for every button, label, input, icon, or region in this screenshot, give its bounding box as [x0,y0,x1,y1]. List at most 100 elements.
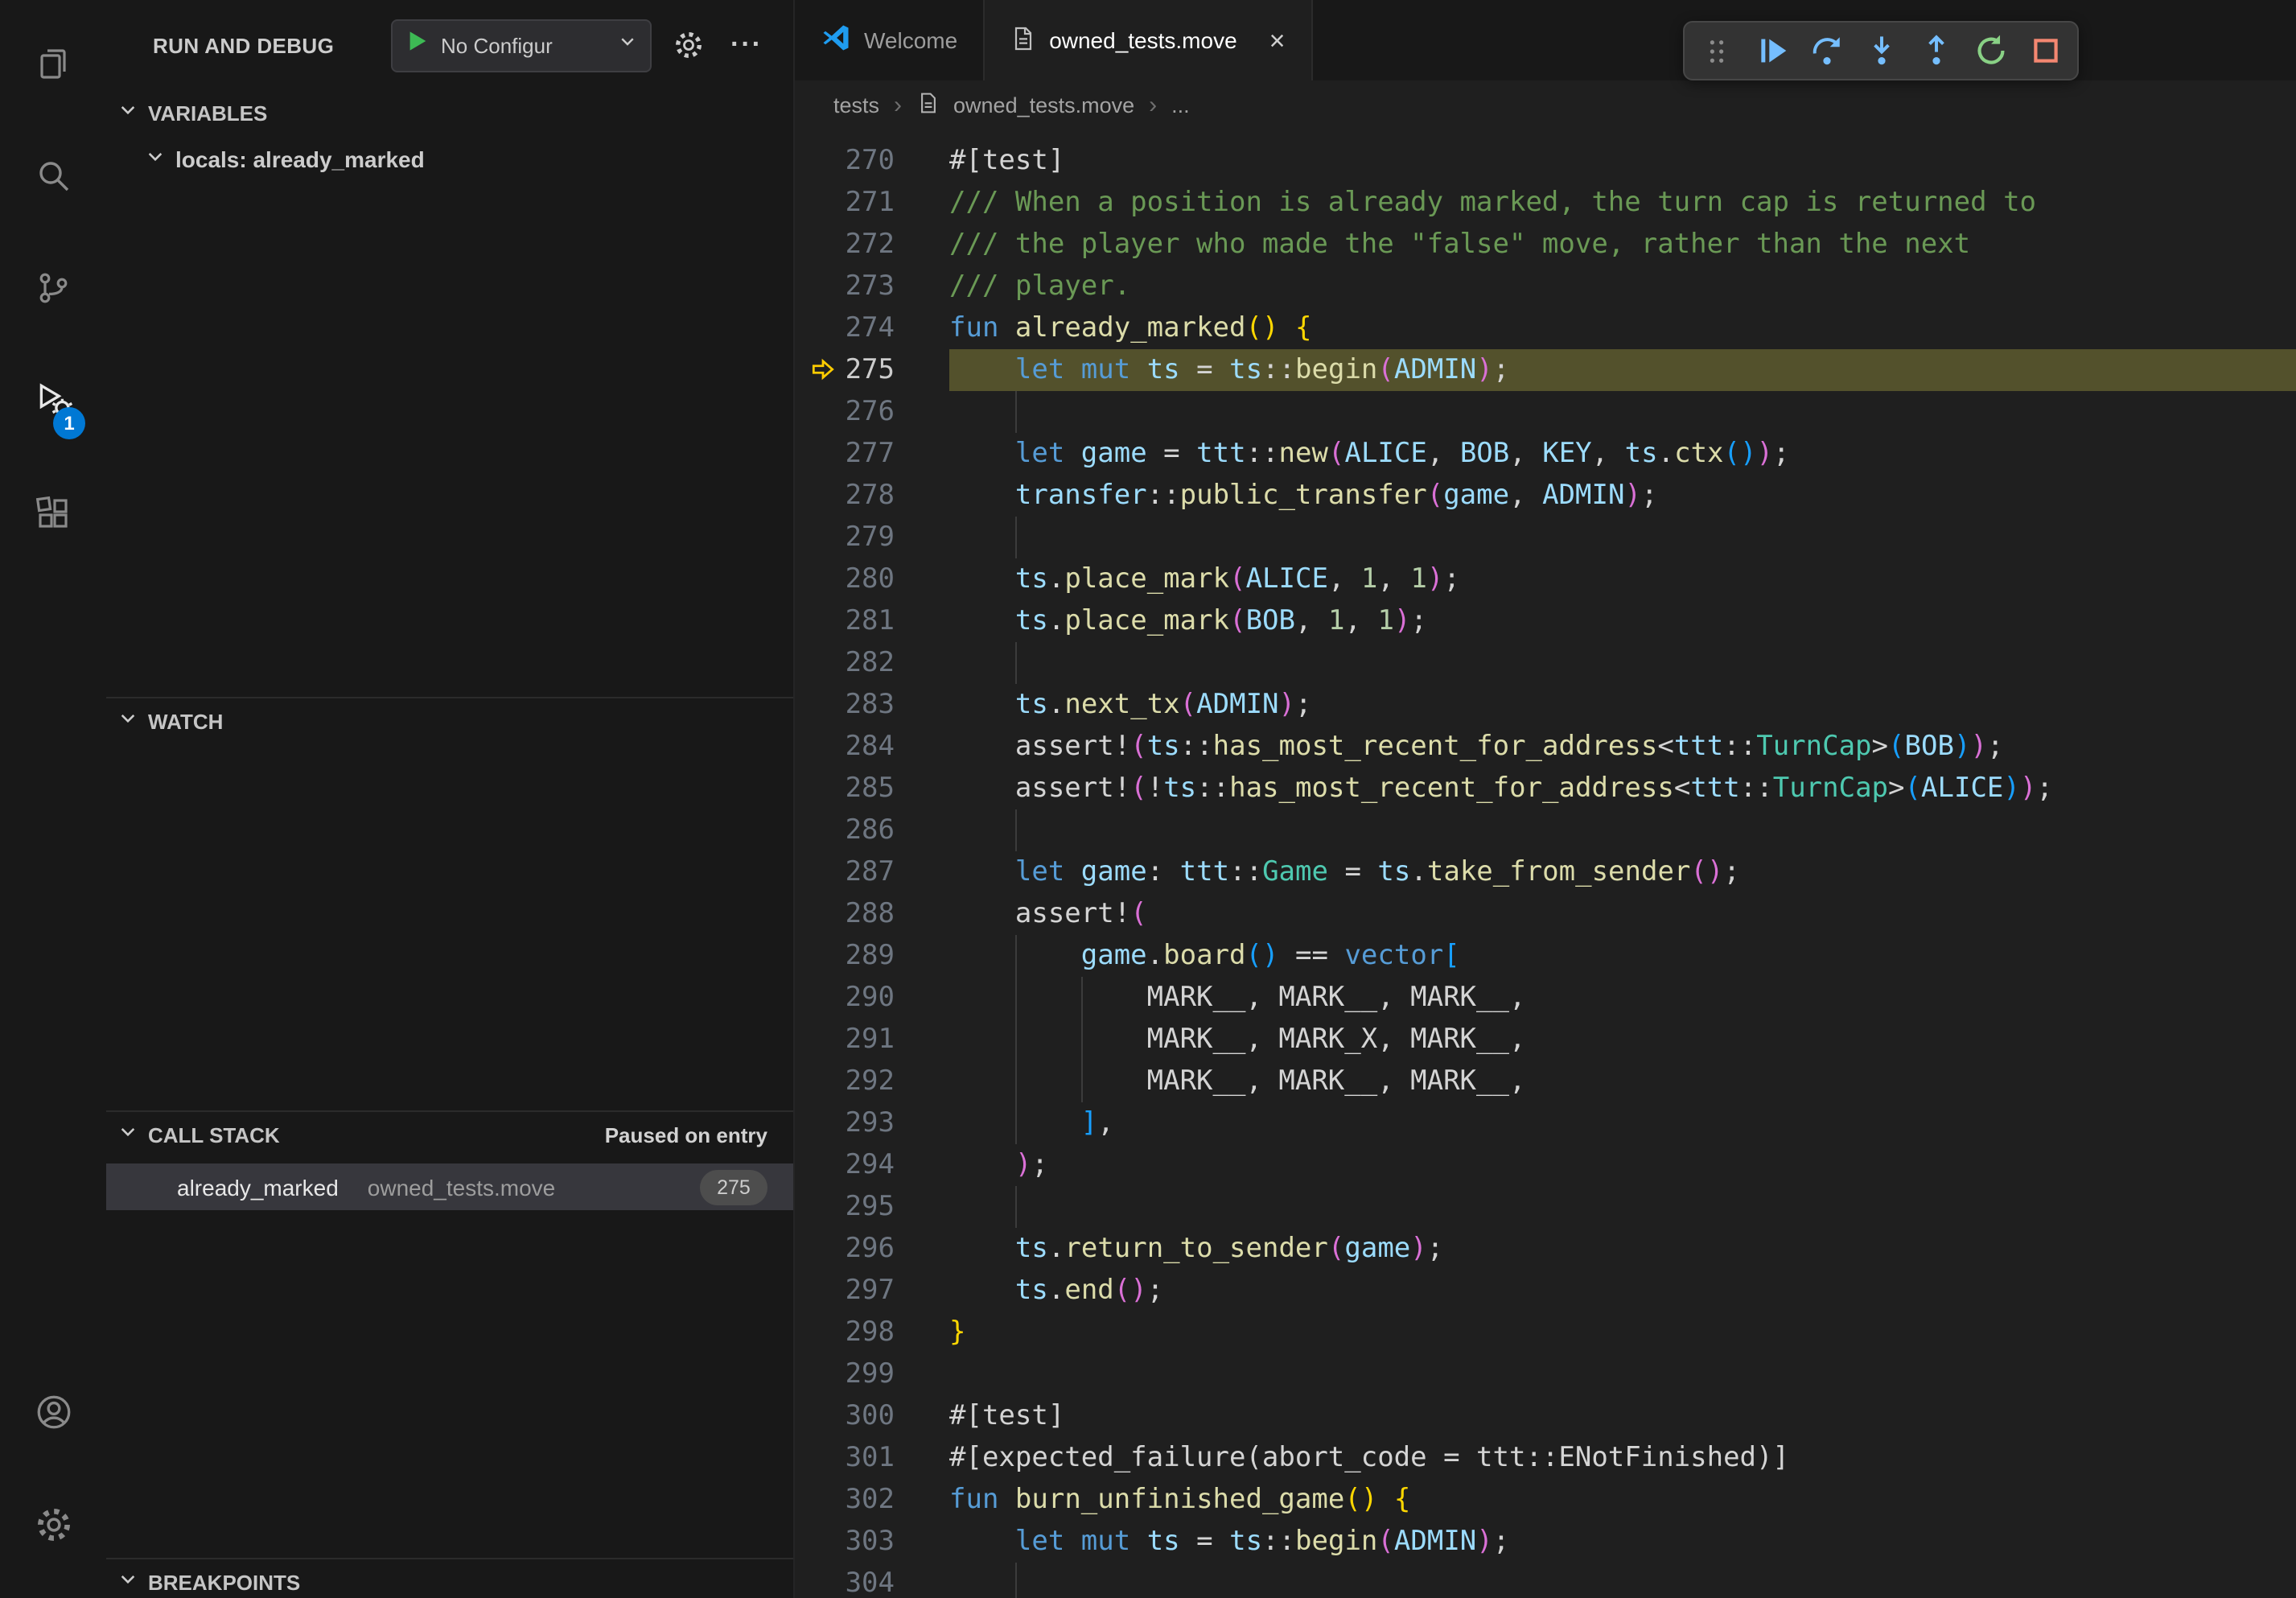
code-line-text[interactable]: ts.place_mark(BOB, 1, 1); [949,600,2296,642]
gutter[interactable]: 281 [795,600,949,642]
gutter[interactable]: 291 [795,1019,949,1061]
gutter[interactable]: 288 [795,893,949,935]
tab-welcome[interactable]: Welcome [795,0,985,80]
code-line[interactable]: 291MARK__, MARK_X, MARK__, [795,1019,2296,1061]
code-line-text[interactable]: let game: ttt::Game = ts.take_from_sende… [949,851,2296,893]
gutter[interactable]: 271 [795,182,949,224]
activity-item-run-and-debug[interactable]: 1 [0,348,106,460]
code-line[interactable]: 297ts.end(); [795,1270,2296,1312]
code-line[interactable]: 290MARK__, MARK__, MARK__, [795,977,2296,1019]
code-line-text[interactable]: MARK__, MARK_X, MARK__, [949,1019,2296,1061]
code-line[interactable]: 298} [795,1312,2296,1353]
call-stack-frame-row[interactable]: already_marked owned_tests.move 275 [106,1163,793,1210]
code-line[interactable]: 286 [795,809,2296,851]
step-out-button[interactable] [1908,23,1963,78]
code-line-text[interactable]: /// player. [949,266,2296,307]
code-line[interactable]: 277let game = ttt::new(ALICE, BOB, KEY, … [795,433,2296,475]
code-line[interactable]: 272/// the player who made the "false" m… [795,224,2296,266]
code-line-text[interactable]: fun already_marked() { [949,307,2296,349]
breakpoints-section-header[interactable]: BREAKPOINTS [106,1559,793,1598]
code-line-text[interactable]: game.board() == vector[ [949,935,2296,977]
gutter[interactable]: 277 [795,433,949,475]
code-line[interactable]: 275let mut ts = ts::begin(ADMIN); [795,349,2296,391]
gutter[interactable]: 302 [795,1479,949,1521]
gutter[interactable]: 278 [795,475,949,517]
activity-item-source-control[interactable] [0,235,106,348]
code-line[interactable]: 301#[expected_failure(abort_code = ttt::… [795,1437,2296,1479]
gutter[interactable]: 290 [795,977,949,1019]
code-line-text[interactable]: let game = ttt::new(ALICE, BOB, KEY, ts.… [949,433,2296,475]
code-line-text[interactable]: fun burn_unfinished_game() { [949,1479,2296,1521]
code-line-text[interactable]: #[test] [949,1395,2296,1437]
code-line-text[interactable]: ); [949,1144,2296,1186]
gutter[interactable]: 289 [795,935,949,977]
continue-button[interactable] [1744,23,1799,78]
code-line-text[interactable] [949,809,2296,851]
activity-item-explorer[interactable] [0,10,106,122]
gutter[interactable]: 301 [795,1437,949,1479]
code-line[interactable]: 295 [795,1186,2296,1228]
gutter[interactable]: 292 [795,1061,949,1102]
breadcrumb-folder[interactable]: tests [833,93,879,117]
debug-settings-gear-icon[interactable] [668,24,710,66]
activity-item-search[interactable] [0,122,106,235]
gutter[interactable]: 282 [795,642,949,684]
activity-item-extensions[interactable] [0,460,106,573]
close-icon[interactable]: × [1269,27,1286,54]
code-line[interactable]: 284assert!(ts::has_most_recent_for_addre… [795,726,2296,768]
gutter[interactable]: 285 [795,768,949,809]
code-line-text[interactable]: ts.end(); [949,1270,2296,1312]
code-line-text[interactable]: transfer::public_transfer(game, ADMIN); [949,475,2296,517]
code-line[interactable]: 285assert!(!ts::has_most_recent_for_addr… [795,768,2296,809]
gutter[interactable]: 298 [795,1312,949,1353]
gutter[interactable]: 299 [795,1353,949,1395]
start-debug-icon[interactable] [405,29,430,61]
code-line[interactable]: 270#[test] [795,140,2296,182]
step-over-button[interactable] [1799,23,1854,78]
code-line-text[interactable]: assert!(!ts::has_most_recent_for_address… [949,768,2296,809]
debug-config-dropdown[interactable]: No Configur [391,19,652,72]
gutter[interactable]: 303 [795,1521,949,1563]
code-line[interactable]: 289game.board() == vector[ [795,935,2296,977]
gutter[interactable]: 272 [795,224,949,266]
code-line-text[interactable] [949,642,2296,684]
variables-section-header[interactable]: VARIABLES [106,90,793,135]
stop-button[interactable] [2018,23,2072,78]
gutter[interactable]: 287 [795,851,949,893]
code-line[interactable]: 299 [795,1353,2296,1395]
code-line-text[interactable] [949,1563,2296,1598]
code-line-text[interactable]: /// When a position is already marked, t… [949,182,2296,224]
code-line[interactable]: 276 [795,391,2296,433]
code-line[interactable]: 282 [795,642,2296,684]
variables-scope-locals[interactable]: locals: already_marked [106,135,793,183]
gutter[interactable]: 283 [795,684,949,726]
code-line-text[interactable] [949,517,2296,558]
gutter[interactable]: 273 [795,266,949,307]
code-area[interactable]: 270#[test]271/// When a position is alre… [795,129,2296,1598]
code-line-text[interactable]: assert!( [949,893,2296,935]
code-line-text[interactable] [949,1353,2296,1395]
code-line[interactable]: 304 [795,1563,2296,1598]
code-line-text[interactable]: let mut ts = ts::begin(ADMIN); [949,1521,2296,1563]
step-into-button[interactable] [1854,23,1908,78]
gutter[interactable]: 294 [795,1144,949,1186]
gutter[interactable]: 300 [795,1395,949,1437]
gutter[interactable]: 284 [795,726,949,768]
code-line-text[interactable]: MARK__, MARK__, MARK__, [949,1061,2296,1102]
gutter[interactable]: 304 [795,1563,949,1598]
code-line-text[interactable]: #[test] [949,140,2296,182]
gutter[interactable]: 270 [795,140,949,182]
code-line-text[interactable]: MARK__, MARK__, MARK__, [949,977,2296,1019]
code-line-text[interactable]: ], [949,1102,2296,1144]
code-line[interactable]: 300#[test] [795,1395,2296,1437]
code-line-text[interactable]: } [949,1312,2296,1353]
code-line-text[interactable] [949,391,2296,433]
code-line[interactable]: 292MARK__, MARK__, MARK__, [795,1061,2296,1102]
code-line[interactable]: 271/// When a position is already marked… [795,182,2296,224]
gutter[interactable]: 275 [795,349,949,391]
breadcrumb-file[interactable]: owned_tests.move [953,93,1134,117]
code-line[interactable]: 296ts.return_to_sender(game); [795,1228,2296,1270]
code-line-text[interactable] [949,1186,2296,1228]
code-line-text[interactable]: assert!(ts::has_most_recent_for_address<… [949,726,2296,768]
code-line-text[interactable]: ts.return_to_sender(game); [949,1228,2296,1270]
